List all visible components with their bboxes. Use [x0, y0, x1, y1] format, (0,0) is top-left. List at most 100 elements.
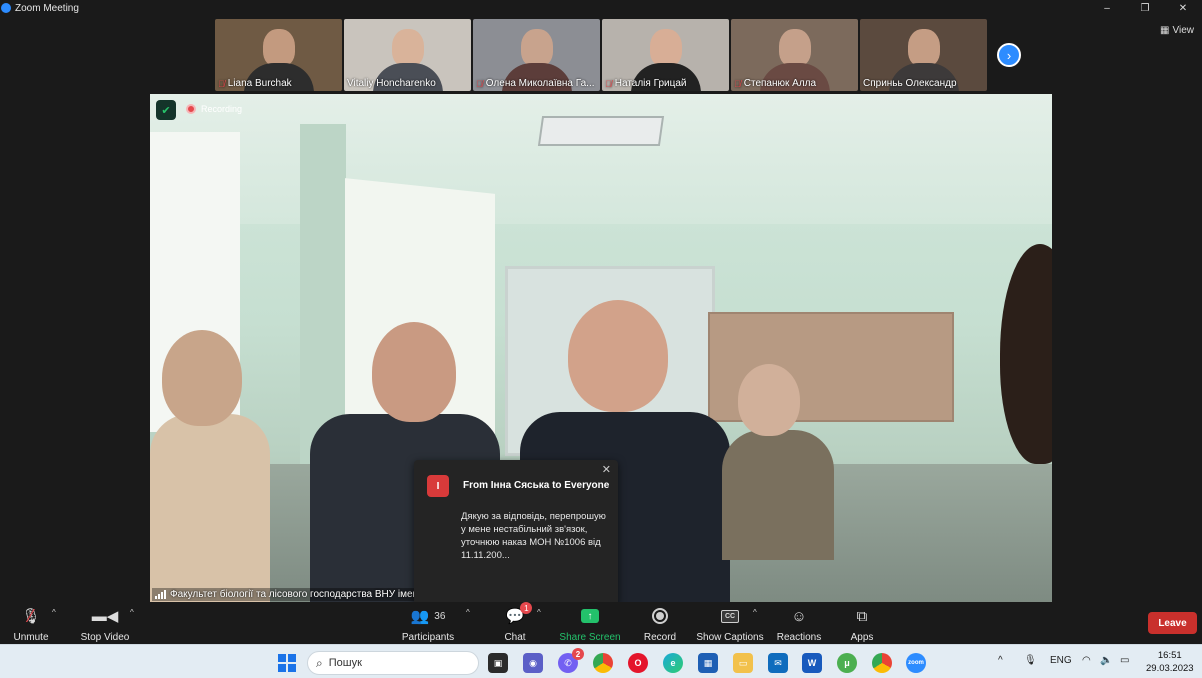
zoom-logo-icon: [1, 3, 11, 13]
stop-video-label: Stop Video: [80, 632, 130, 643]
opera-icon[interactable]: O: [628, 653, 648, 673]
close-icon[interactable]: ✕: [602, 463, 611, 476]
person-1-torso: [150, 414, 270, 602]
record-button[interactable]: Record: [625, 606, 695, 643]
show-hidden-icons-chevron-icon[interactable]: ^: [998, 655, 1003, 666]
participants-icon: 👥 36: [410, 608, 446, 625]
chat-message: Дякую за відповідь, перепрошую у мене не…: [461, 511, 606, 561]
microphone-tray-icon[interactable]: 🎙: [1024, 655, 1037, 666]
signal-strength-icon: [155, 590, 166, 599]
chat-notification[interactable]: І From Інна Сяська to Everyone Дякую за …: [414, 460, 618, 606]
participant-thumb[interactable]: 🎙̸ Liana Burchak: [215, 19, 342, 91]
view-label: View: [1172, 25, 1195, 36]
participant-name-tag: Сприньь Олександр: [863, 78, 957, 89]
record-icon: [652, 606, 668, 626]
person-4-head: [738, 364, 800, 436]
close-window-button[interactable]: ✕: [1164, 0, 1202, 16]
participant-name: Степанюк Алла: [743, 78, 817, 89]
participant-thumb[interactable]: 🎙̸ Наталія Грицай: [602, 19, 729, 91]
mic-muted-icon: 🎙̸: [734, 78, 741, 89]
chrome-profile-icon[interactable]: [872, 653, 892, 673]
person-2-head: [372, 322, 456, 422]
video-ceiling: [150, 94, 1052, 224]
viber-icon[interactable]: ✆ 2: [558, 648, 584, 673]
word-icon[interactable]: W: [802, 653, 822, 673]
apps-icon: ⧉: [856, 607, 868, 625]
gallery-strip: 🎙̸ Liana Burchak Vitaliy Honcharenko 🎙̸ Ол…: [215, 19, 987, 91]
taskbar-search-input[interactable]: [328, 657, 459, 669]
participant-face: [778, 29, 811, 67]
person-3-head: [568, 300, 668, 412]
leave-button[interactable]: Leave: [1148, 612, 1197, 634]
teams-chat-icon[interactable]: ◉: [523, 653, 543, 673]
unmute-label: Unmute: [13, 632, 49, 643]
participants-options-caret-icon[interactable]: ^: [466, 608, 470, 617]
recording-label: Recording: [201, 104, 243, 114]
reactions-smiley-icon: ☺: [791, 607, 807, 625]
participant-thumb[interactable]: Сприньь Олександр: [860, 19, 987, 91]
person-5-head: [1000, 244, 1052, 464]
taskbar-clock[interactable]: 16:51 29.03.2023: [1146, 649, 1194, 675]
edge-icon[interactable]: e: [663, 653, 683, 673]
sender-avatar: І: [427, 475, 449, 497]
audio-options-caret-icon[interactable]: ^: [52, 608, 56, 617]
participant-name-tag: 🎙̸ Наталія Грицай: [605, 78, 686, 89]
chrome-icon[interactable]: [593, 653, 613, 673]
minimize-button[interactable]: –: [1088, 0, 1126, 16]
mail-icon[interactable]: ✉: [768, 653, 788, 673]
closed-captions-icon: CC: [721, 606, 739, 626]
store-icon[interactable]: ▦: [698, 653, 718, 673]
meeting-toolbar: 🎙 ⁄ Unmute ^ ▬◀ Stop Video ^ 👥 36 Particip…: [0, 602, 1202, 644]
participant-face: [262, 29, 295, 67]
participant-name-tag: Vitaliy Honcharenko: [347, 78, 436, 89]
window-controls: – ❐ ✕: [1088, 0, 1202, 16]
participant-face: [649, 29, 682, 67]
participants-label: Participants: [401, 632, 455, 643]
participant-thumb[interactable]: 🎙̸ Степанюк Алла: [731, 19, 858, 91]
person-4-torso: [722, 430, 834, 560]
wifi-icon[interactable]: ◠: [1082, 655, 1091, 666]
restore-button[interactable]: ❐: [1126, 0, 1164, 16]
participant-name-tag: 🎙̸ Олена Миколаївна Га...: [476, 78, 595, 89]
next-page-arrow-icon[interactable]: ›: [997, 43, 1021, 67]
person-1-head: [162, 330, 242, 426]
participant-name: Vitaliy Honcharenko: [347, 78, 436, 89]
recording-dot-icon: [186, 104, 196, 114]
taskbar-search[interactable]: ⌕: [307, 651, 479, 675]
chat-sender: From Інна Сяська to Everyone: [463, 480, 610, 491]
battery-icon[interactable]: ▭: [1120, 655, 1129, 666]
file-explorer-icon[interactable]: ▭: [733, 653, 753, 673]
chat-badge: 1: [520, 602, 533, 614]
chat-options-caret-icon[interactable]: ^: [537, 608, 541, 617]
recording-indicator[interactable]: Recording: [186, 104, 242, 114]
participant-name-tag: 🎙̸ Liana Burchak: [218, 78, 292, 89]
share-screen-button[interactable]: ↑ Share Screen: [555, 606, 625, 643]
participant-name: Сприньь Олександр: [863, 78, 957, 89]
task-view-icon[interactable]: ▣: [488, 653, 508, 673]
unmute-button[interactable]: 🎙 ⁄ Unmute: [0, 606, 66, 644]
participant-name: Олена Миколаївна Га...: [485, 78, 595, 89]
utorrent-icon[interactable]: μ: [837, 653, 857, 673]
chat-bubble-icon: 💬 1: [506, 602, 533, 626]
participant-thumb[interactable]: Vitaliy Honcharenko: [344, 19, 471, 91]
volume-icon[interactable]: 🔈: [1100, 655, 1112, 666]
apps-button[interactable]: ⧉ Apps: [827, 606, 897, 644]
reactions-button[interactable]: ☺ Reactions: [764, 606, 834, 644]
participant-thumb[interactable]: 🎙̸ Олена Миколаївна Га...: [473, 19, 600, 91]
encryption-shield-icon[interactable]: ✔: [156, 100, 176, 120]
view-button[interactable]: ▦ View: [1160, 25, 1194, 36]
video-camera-icon: ▬◀: [91, 608, 119, 625]
participant-name: Liana Burchak: [227, 78, 292, 89]
captions-options-caret-icon[interactable]: ^: [753, 608, 757, 617]
participant-face: [520, 29, 553, 67]
zoom-app-icon[interactable]: zoom: [906, 653, 926, 673]
windows-start-icon[interactable]: [278, 654, 296, 672]
participant-face: [391, 29, 424, 67]
language-indicator[interactable]: ENG: [1050, 655, 1072, 666]
participant-name: Наталія Грицай: [614, 78, 687, 89]
video-options-caret-icon[interactable]: ^: [130, 608, 134, 617]
video-ceiling-lamp: [537, 116, 665, 146]
viber-badge: 2: [572, 648, 584, 660]
participants-button[interactable]: 👥 36 Participants: [393, 606, 463, 643]
mic-muted-icon: 🎙̸: [605, 78, 612, 89]
